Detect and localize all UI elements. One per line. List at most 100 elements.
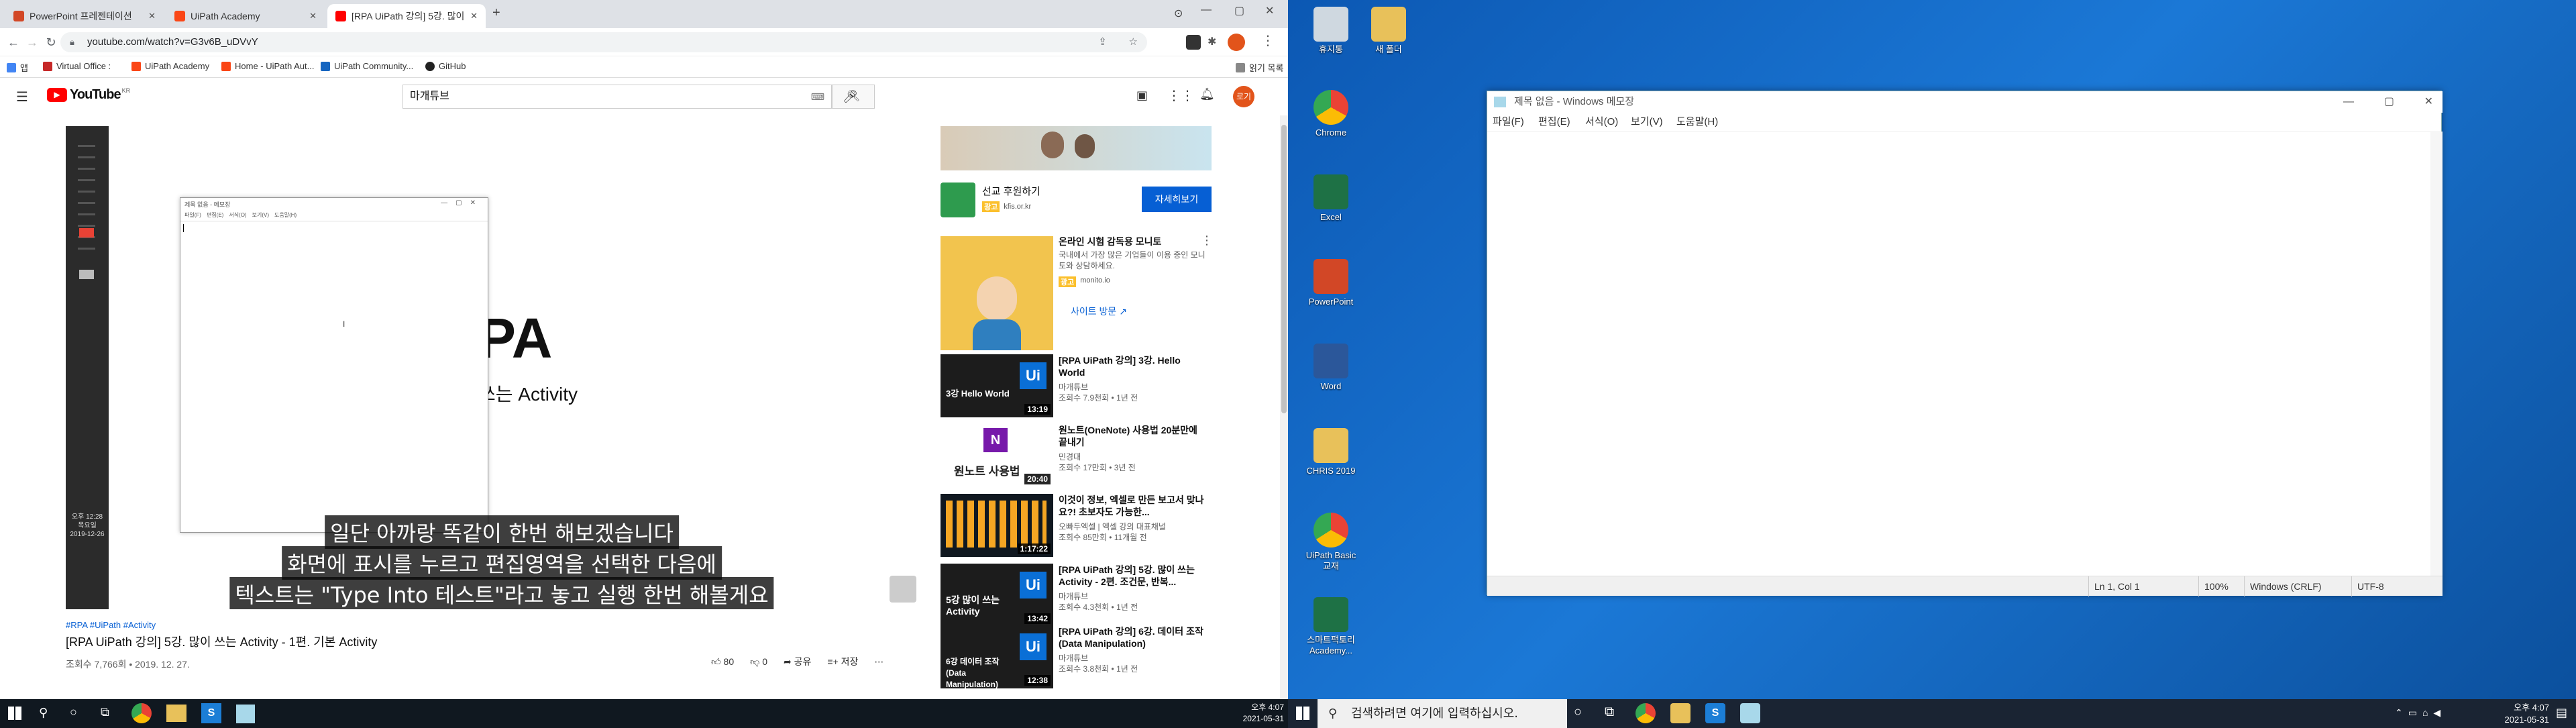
more-actions-icon[interactable]: ⋯ xyxy=(874,656,883,668)
notepad-title-bar[interactable]: 제목 없음 - Windows 메모장 — ▢ ✕ xyxy=(1487,91,2443,113)
cortana-icon[interactable]: ○ xyxy=(1574,705,1582,720)
desktop-icon-chrome[interactable]: Chrome xyxy=(1304,90,1358,138)
cartoon-body xyxy=(973,319,1021,350)
minimize-button[interactable]: — xyxy=(1201,4,1212,16)
ad2-thumbnail[interactable] xyxy=(941,236,1053,350)
scrollbar-thumb[interactable] xyxy=(1281,125,1287,413)
vertical-scrollbar[interactable] xyxy=(2430,132,2443,576)
close-tab-icon[interactable]: ✕ xyxy=(470,11,478,21)
extension-icon[interactable] xyxy=(1186,35,1201,50)
create-video-icon[interactable]: ▣ xyxy=(1136,89,1148,103)
close-button[interactable]: ✕ xyxy=(2424,91,2433,113)
related-video[interactable]: Ui 6강 데이터 조작 (Data Manipulation) 12:38 [… xyxy=(941,625,1212,690)
left-taskbar: ⚲ ○ ⧉ S 오후 4:07 2021-05-31 xyxy=(0,699,1288,728)
bookmark-apps[interactable]: 앱 xyxy=(7,61,28,74)
windows-start-icon[interactable] xyxy=(8,707,21,720)
maximize-button[interactable]: ▢ xyxy=(2384,91,2394,113)
close-tab-icon[interactable]: ✕ xyxy=(148,11,156,21)
desktop-icon-smart-factory[interactable]: 스마트팩토리 Academy... xyxy=(1304,597,1358,656)
keyboard-icon[interactable]: ⌨ xyxy=(811,85,824,108)
apps-grid-icon[interactable]: ⋮⋮ xyxy=(1167,87,1194,104)
youtube-logo[interactable]: ▶ YouTube KR xyxy=(47,87,130,103)
tab-search-icon[interactable]: ⊙ xyxy=(1174,7,1183,20)
notepad-taskbar-icon[interactable] xyxy=(1740,703,1760,723)
profile-avatar[interactable] xyxy=(1228,34,1245,51)
close-tab-icon[interactable]: ✕ xyxy=(309,11,317,21)
video-player[interactable]: 오후 12:28 목요일 2019-12-26 PA 쓰는 Activity 제… xyxy=(66,126,938,609)
youtube-search-input[interactable]: 마개튜브 ⌨ xyxy=(402,85,832,109)
reload-icon[interactable]: ↻ xyxy=(43,34,59,50)
icon-label: UiPath Basic 교재 xyxy=(1305,550,1356,571)
maximize-button[interactable]: ▢ xyxy=(1234,4,1244,17)
taskbar-clock[interactable]: 오후 4:07 2021-05-31 xyxy=(1201,702,1284,725)
menu-edit[interactable]: 편집(E) xyxy=(1538,113,1570,132)
back-arrow-icon[interactable]: ← xyxy=(5,34,21,50)
cortana-icon[interactable]: ○ xyxy=(70,705,77,719)
related-video[interactable]: 1:17:22 이것이 정보, 엑셀로 만든 보고서 맞나요?! 초보자도 가능… xyxy=(941,494,1212,558)
bookmark-uipath-academy[interactable]: UiPath Academy xyxy=(131,61,209,71)
bookmark-uipath-home[interactable]: Home - UiPath Aut... xyxy=(221,61,315,71)
desktop-icon-excel[interactable]: Excel xyxy=(1304,174,1358,223)
taskbar-clock[interactable]: 오후 4:07 2021-05-31 xyxy=(2489,702,2550,726)
like-button[interactable]: 👍︎ 80 xyxy=(711,656,734,668)
minimize-button[interactable]: — xyxy=(2343,91,2354,113)
url-bar[interactable]: 🔒︎ youtube.com/watch?v=G3v6B_uDVvY ⇪ ☆ xyxy=(60,32,1147,52)
close-button[interactable]: ✕ xyxy=(1265,4,1274,17)
desktop-icon-recycle-bin[interactable]: 휴지통 xyxy=(1304,7,1358,55)
forward-arrow-icon[interactable]: → xyxy=(24,34,40,50)
menu-file[interactable]: 파일(F) xyxy=(1493,113,1524,132)
related-video[interactable]: N 원노트 사용법 20:40 원노트(OneNote) 사용법 20분만에 끝… xyxy=(941,424,1212,488)
notepad-taskbar-icon[interactable] xyxy=(236,705,255,723)
bookmark-uipath-community[interactable]: UiPath Community... xyxy=(321,61,413,71)
search-icon[interactable]: ⚲ xyxy=(39,706,48,720)
desktop-icon-new-folder[interactable]: 새 폴더 xyxy=(1362,7,1415,55)
desktop-icon-chris-2019[interactable]: CHRIS 2019 xyxy=(1304,428,1358,476)
hamburger-menu-icon[interactable]: ☰ xyxy=(16,89,28,105)
chrome-taskbar-icon[interactable] xyxy=(1635,703,1656,723)
system-tray-icons[interactable]: ⌃▭⌂◀ xyxy=(2395,707,2446,719)
bookmark-star-icon[interactable]: ☆ xyxy=(1129,32,1138,52)
tab-uipath-academy[interactable]: UiPath Academy ✕ xyxy=(166,4,325,28)
notifications-bell-icon[interactable]: 🔔︎ xyxy=(1199,87,1215,101)
ad-cta-button[interactable]: 자세히보기 xyxy=(1142,187,1212,212)
share-icon[interactable]: ⇪ xyxy=(1098,32,1107,52)
desktop-icon-uipath-basic[interactable]: UiPath Basic 교재 xyxy=(1304,513,1358,572)
file-explorer-icon[interactable] xyxy=(166,705,186,722)
share-button[interactable]: ➦ 공유 xyxy=(784,655,811,668)
menu-format[interactable]: 서식(O) xyxy=(1585,113,1618,132)
bookmark-github[interactable]: GitHub xyxy=(425,61,466,71)
file-explorer-icon[interactable] xyxy=(1670,703,1690,723)
menu-view[interactable]: 보기(V) xyxy=(1631,113,1663,132)
menu-help[interactable]: 도움말(H) xyxy=(1676,113,1718,132)
uipath-studio-icon[interactable]: S xyxy=(1705,703,1725,723)
new-tab-button[interactable]: + xyxy=(492,5,500,21)
notepad-edit-area[interactable] xyxy=(1487,132,2443,576)
hashtags[interactable]: #RPA #UiPath #Activity xyxy=(66,620,938,630)
related-video[interactable]: Ui 3강 Hello World 13:19 [RPA UiPath 강의] … xyxy=(941,354,1212,419)
desktop-icon-powerpoint[interactable]: PowerPoint xyxy=(1304,259,1358,307)
desktop-icon-word[interactable]: Word xyxy=(1304,344,1358,392)
task-view-icon[interactable]: ⧉ xyxy=(1605,705,1614,720)
avatar[interactable]: 로기 xyxy=(1233,86,1254,107)
more-options-icon[interactable]: ⋮ xyxy=(1201,233,1213,248)
ad-banner-image[interactable] xyxy=(941,126,1212,170)
youtube-header: ☰ ▶ YouTube KR 마개튜브 ⌨ 🔍︎ 🎤︎ ▣ ⋮⋮ 🔔︎ 로기 xyxy=(0,78,1288,115)
dislike-button[interactable]: 👎︎ 0 xyxy=(750,656,767,668)
ad2-cta-button[interactable]: 사이트 방문 ↗ xyxy=(1071,305,1127,318)
chrome-taskbar-icon[interactable] xyxy=(131,703,152,723)
windows-start-icon[interactable] xyxy=(1296,707,1309,720)
chrome-menu-icon[interactable]: ⋮ xyxy=(1261,32,1275,49)
uipath-studio-icon[interactable]: S xyxy=(201,703,221,723)
notification-center-icon[interactable]: ▤ xyxy=(2556,706,2567,720)
tab-youtube[interactable]: [RPA UiPath 강의] 5강. 많이 ✕ xyxy=(327,4,486,28)
puzzle-icon[interactable]: ✱ xyxy=(1208,35,1216,48)
tab-powerpoint[interactable]: PowerPoint 프레젠테이션 ✕ xyxy=(5,4,164,28)
bookmark-virtual-office[interactable]: Virtual Office : xyxy=(43,61,111,71)
taskbar-search-box[interactable]: ⚲ 검색하려면 여기에 입력하십시오. xyxy=(1318,699,1567,728)
related-video[interactable]: Ui 5강 많이 쓰는 Activity 13:42 [RPA UiPath 강… xyxy=(941,564,1212,628)
page-scrollbar[interactable] xyxy=(1280,115,1288,699)
save-button[interactable]: ≡+ 저장 xyxy=(827,655,858,668)
microphone-icon[interactable]: 🎤︎ xyxy=(843,90,858,104)
reading-list[interactable]: 읽기 목록 xyxy=(1236,61,1283,74)
task-view-icon[interactable]: ⧉ xyxy=(101,705,109,719)
